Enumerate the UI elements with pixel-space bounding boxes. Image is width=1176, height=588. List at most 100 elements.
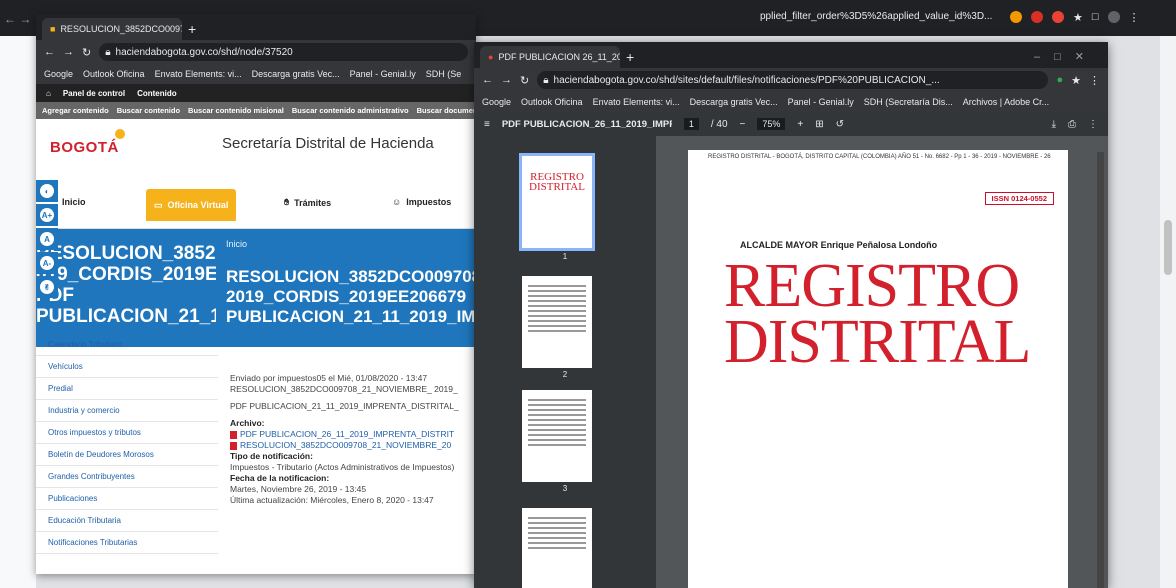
zoom-out-icon[interactable]: − [740,119,746,130]
field-label: Fecha de la notificacion: [230,473,330,483]
back-icon[interactable]: ← [44,46,55,58]
back-arrow-icon[interactable]: ← → [4,12,31,26]
bookmark-google[interactable]: Google [482,97,511,107]
zoom-in-icon[interactable]: + [797,119,803,130]
new-tab-icon[interactable]: + [626,46,634,68]
bookmark-envato[interactable]: Envato Elements: vi... [593,97,680,107]
sidebar-item-notificaciones[interactable]: Notificaciones Tributarias [36,532,218,554]
sidebar-icon[interactable]: □ [1092,11,1099,23]
breadcrumb[interactable]: Inicio [226,239,476,249]
contrast-icon[interactable]: ◐ [36,180,58,202]
bogota-logo[interactable]: BOGOTÁ [50,129,125,156]
sidebar-item-industria[interactable]: Industria y comercio [36,400,218,422]
print-icon[interactable]: ⎙ [1068,119,1076,130]
tab-pdf[interactable]: ● PDF PUBLICACION 26_11_2019 ✕ [480,46,620,68]
address-bar[interactable]: 🔒︎ haciendabogota.gov.co/shd/node/37520 [99,43,468,61]
bookmark-outlook[interactable]: Outlook Oficina [83,69,145,79]
sidebar-item-otros[interactable]: Otros impuestos y tributos [36,422,218,444]
menu-icon[interactable]: ≡ [484,119,490,130]
extension-icon[interactable]: ● [1056,74,1063,86]
lock-icon: 🔒︎ [543,74,549,86]
admin-link-contenido[interactable]: Contenido [137,89,177,98]
font-normal-icon[interactable]: A [36,228,58,250]
more-menu-icon[interactable]: ⋮ [1088,119,1098,130]
rotate-icon[interactable]: ↺ [836,119,844,130]
more-menu-icon[interactable]: ⋮ [1129,11,1140,24]
bookmark-genially[interactable]: Panel - Genial.ly [350,69,416,79]
field-label: Archivo: [230,418,265,428]
forward-icon[interactable]: → [501,74,512,86]
forward-icon[interactable]: → [63,46,74,58]
file-link-2[interactable]: RESOLUCION_3852DCO009708_21_NOVIEMBRE_20 [230,440,472,451]
nav-inicio[interactable]: Inicio [62,197,86,207]
laptop-icon: ▭ [154,199,163,210]
extension-icon[interactable] [1052,11,1064,23]
page-number-input[interactable]: 1 [683,118,699,130]
sidebar-item-publicaciones[interactable]: Publicaciones [36,488,218,510]
avatar[interactable] [1107,11,1120,23]
sidebar-item-vehiculos[interactable]: Vehículos [36,356,218,378]
thumbnail-page-4[interactable] [522,508,592,588]
reload-icon[interactable]: ↻ [82,46,91,59]
puzzle-icon[interactable]: ★ [1071,74,1081,87]
bookmark-descarga[interactable]: Descarga gratis Vec... [690,97,778,107]
download-icon[interactable]: ⤓ [1052,119,1056,130]
sidebar-item-boletin[interactable]: Boletín de Deudores Morosos [36,444,218,466]
nav-impuestos[interactable]: ☺︎ Impuestos [392,197,451,207]
bookmark-sdh[interactable]: SDH (Se [426,69,462,79]
thumbnail-page-3[interactable] [522,390,592,482]
sidebar-item-predial[interactable]: Predial [36,378,218,400]
thumbnail-page-1[interactable]: REGISTRO DISTRITAL [519,153,595,251]
admin-link-buscar-misional[interactable]: Buscar contenido misional [188,106,284,115]
nav-tramites[interactable]: ✋︎ Trámites [284,197,331,208]
font-increase-icon[interactable]: A+ [36,204,58,226]
bookmark-outlook[interactable]: Outlook Oficina [521,97,583,107]
sign-language-icon[interactable]: ✌︎ [36,276,58,298]
node-content: Enviado por impuestos05 el Mié, 01/08/20… [226,369,476,510]
fit-page-icon[interactable]: ⊞ [815,119,823,130]
extension-icon[interactable] [1031,11,1043,23]
thumbnail-page-2[interactable] [522,276,592,368]
scrollbar-thumb[interactable] [1164,220,1172,275]
banner-line: 019_CORDIS_2019E [36,264,216,285]
bookmark-genially[interactable]: Panel - Genial.ly [788,97,854,107]
bookmark-adobe[interactable]: Archivos | Adobe Cr... [963,97,1049,107]
back-icon[interactable]: ← [482,74,493,86]
admin-link-buscar-docs[interactable]: Buscar documentos [417,106,476,115]
title-line: RESOLUCION_3852DCO009708 [226,267,476,286]
font-decrease-icon[interactable]: A- [36,252,58,274]
zoom-level[interactable]: 75% [757,118,786,130]
tab-resolucion[interactable]: ■ RESOLUCION_3852DCO009708_ ✕ [42,18,182,40]
file-link-1[interactable]: PDF PUBLICACION_26_11_2019_IMPRENTA_DIST… [230,429,472,440]
background-page-right [1160,36,1176,588]
banner-line: PUBLICACION_21_1 [36,306,216,327]
bookmark-envato[interactable]: Envato Elements: vi... [155,69,242,79]
window-controls[interactable]: –□✕ [1034,46,1108,68]
page-total: / 40 [710,118,728,130]
admin-link-panel[interactable]: Panel de control [63,89,125,98]
sidebar-item-calendario[interactable]: Calendario Tributario [36,334,218,356]
pdf-scrollbar[interactable] [1097,152,1104,588]
bookmark-sdh[interactable]: SDH (Secretaría Dis... [864,97,953,107]
drupal-admin-subbar: Agregar contenido Buscar contenido Busca… [36,102,476,119]
reload-icon[interactable]: ↻ [520,74,529,87]
issn-box: ISSN 0124-0552 [984,192,1054,205]
admin-link-buscar-admin[interactable]: Buscar contenido administrativo [292,106,409,115]
extension-icon[interactable] [1010,11,1022,23]
more-menu-icon[interactable]: ⋮ [1089,74,1100,87]
bookmark-descarga[interactable]: Descarga gratis Vec... [252,69,340,79]
sidebar-item-educacion[interactable]: Educación Tributaria [36,510,218,532]
address-bar[interactable]: 🔒︎ haciendabogota.gov.co/shd/sites/defau… [537,71,1049,89]
field-label: Tipo de notificación: [230,451,313,461]
sidebar-item-grandes[interactable]: Grandes Contribuyentes [36,466,218,488]
page-title: RESOLUCION_3852DCO009708 2019_CORDIS_201… [226,267,476,327]
admin-link-agregar[interactable]: Agregar contenido [42,106,109,115]
home-icon[interactable]: ⌂ [46,89,51,98]
puzzle-icon[interactable]: ★ [1073,11,1083,24]
nav-oficina-virtual[interactable]: ▭ Oficina Virtual [146,189,237,221]
new-tab-icon[interactable]: + [188,18,196,40]
bookmark-google[interactable]: Google [44,69,73,79]
pdf-favicon-icon: ● [488,52,494,62]
bookmarks-bar: Google Outlook Oficina Envato Elements: … [474,92,1108,112]
admin-link-buscar[interactable]: Buscar contenido [117,106,180,115]
